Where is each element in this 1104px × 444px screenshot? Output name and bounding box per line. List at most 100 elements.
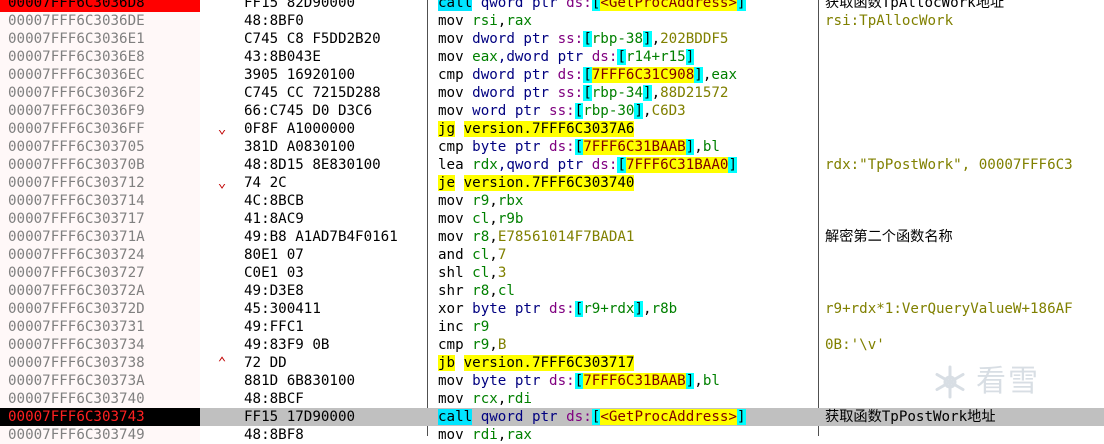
- bytes-cell[interactable]: 48:8D15 8E830100: [244, 156, 428, 174]
- comment-cell[interactable]: [825, 318, 1104, 336]
- disasm-row[interactable]: 00007FFF6C303743 FF15 17D90000 call qword …: [0, 408, 1104, 426]
- instruction-cell[interactable]: shl cl,3: [438, 264, 816, 282]
- address-cell[interactable]: 00007FFF6C3036F2: [0, 84, 200, 102]
- address-cell[interactable]: 00007FFF6C30370B: [0, 156, 200, 174]
- address-cell[interactable]: 00007FFF6C30372D: [0, 300, 200, 318]
- disasm-row[interactable]: 00007FFF6C30370B 48:8D15 8E830100 lea rdx,…: [0, 156, 1104, 174]
- bytes-cell[interactable]: 49:83F9 0B: [244, 336, 428, 354]
- disasm-row[interactable]: 00007FFF6C3036E1 C745 C8 F5DD2B20 mov dwor…: [0, 30, 1104, 48]
- instruction-cell[interactable]: cmp r9,B: [438, 336, 816, 354]
- disasm-row[interactable]: 00007FFF6C3036F9 66:C745 D0 D3C6 mov word …: [0, 102, 1104, 120]
- comment-cell[interactable]: [825, 66, 1104, 84]
- address-cell[interactable]: 00007FFF6C303740: [0, 390, 200, 408]
- disasm-row[interactable]: 00007FFF6C3036DE 48:8BF0 mov rsi,rax rsi:Tp…: [0, 12, 1104, 30]
- bytes-cell[interactable]: C0E1 03: [244, 264, 428, 282]
- instruction-cell[interactable]: mov r8,E78561014F7BADA1: [438, 228, 816, 246]
- disasm-row[interactable]: 00007FFF6C30371A 49:B8 A1AD7B4F0161 mov r8…: [0, 228, 1104, 246]
- address-cell[interactable]: 00007FFF6C30372A: [0, 282, 200, 300]
- disasm-row[interactable]: 00007FFF6C303705 381D A0830100 cmp byte pt…: [0, 138, 1104, 156]
- address-cell[interactable]: 00007FFF6C3036FF: [0, 120, 200, 138]
- address-cell[interactable]: 00007FFF6C303727: [0, 264, 200, 282]
- instruction-cell[interactable]: xor byte ptr ds:[r9+rdx],r8b: [438, 300, 816, 318]
- address-cell[interactable]: 00007FFF6C303712: [0, 174, 200, 192]
- instruction-cell[interactable]: mov rsi,rax: [438, 12, 816, 30]
- bytes-cell[interactable]: 74 2C: [244, 174, 428, 192]
- comment-cell[interactable]: 0B:'\v': [825, 336, 1104, 354]
- comment-cell[interactable]: [825, 174, 1104, 192]
- bytes-cell[interactable]: 49:FFC1: [244, 318, 428, 336]
- disasm-row[interactable]: 00007FFF6C3036D8 FF15 82D90000 call qword …: [0, 0, 1104, 12]
- instruction-cell[interactable]: mov byte ptr ds:[7FFF6C31BAAB],bl: [438, 372, 816, 390]
- address-cell[interactable]: 00007FFF6C30371A: [0, 228, 200, 246]
- disasm-row[interactable]: 00007FFF6C303749 48:8BF8 mov rdi,rax: [0, 426, 1104, 444]
- instruction-cell[interactable]: mov eax,dword ptr ds:[r14+r15]: [438, 48, 816, 66]
- bytes-cell[interactable]: C745 C8 F5DD2B20: [244, 30, 428, 48]
- comment-cell[interactable]: [825, 246, 1104, 264]
- bytes-cell[interactable]: 49:B8 A1AD7B4F0161: [244, 228, 428, 246]
- disasm-row[interactable]: 00007FFF6C303731 49:FFC1 inc r9: [0, 318, 1104, 336]
- comment-cell[interactable]: 获取函数TpAllocWork地址: [825, 0, 1104, 12]
- comment-cell[interactable]: [825, 264, 1104, 282]
- address-cell[interactable]: 00007FFF6C303734: [0, 336, 200, 354]
- comment-cell[interactable]: [825, 210, 1104, 228]
- bytes-cell[interactable]: 49:D3E8: [244, 282, 428, 300]
- comment-cell[interactable]: [825, 84, 1104, 102]
- bytes-cell[interactable]: 45:300411: [244, 300, 428, 318]
- comment-cell[interactable]: rsi:TpAllocWork: [825, 12, 1104, 30]
- bytes-cell[interactable]: 48:8BF0: [244, 12, 428, 30]
- comment-cell[interactable]: [825, 282, 1104, 300]
- comment-cell[interactable]: rdx:"TpPostWork", 00007FFF6C3: [825, 156, 1104, 174]
- address-cell[interactable]: 00007FFF6C303717: [0, 210, 200, 228]
- bytes-cell[interactable]: 66:C745 D0 D3C6: [244, 102, 428, 120]
- instruction-cell[interactable]: cmp byte ptr ds:[7FFF6C31BAAB],bl: [438, 138, 816, 156]
- address-cell[interactable]: 00007FFF6C3036D8: [0, 0, 200, 12]
- bytes-cell[interactable]: FF15 17D90000: [244, 408, 428, 426]
- comment-cell[interactable]: [825, 138, 1104, 156]
- instruction-cell[interactable]: inc r9: [438, 318, 816, 336]
- comment-cell[interactable]: 获取函数TpPostWork地址: [825, 408, 1104, 426]
- bytes-cell[interactable]: 381D A0830100: [244, 138, 428, 156]
- comment-cell[interactable]: 解密第二个函数名称: [825, 228, 1104, 246]
- instruction-cell[interactable]: mov rcx,rdi: [438, 390, 816, 408]
- instruction-cell[interactable]: mov word ptr ss:[rbp-30],C6D3: [438, 102, 816, 120]
- disasm-row[interactable]: 00007FFF6C303734 49:83F9 0B cmp r9,B 0B:'\v…: [0, 336, 1104, 354]
- address-cell[interactable]: 00007FFF6C303738: [0, 354, 200, 372]
- disasm-row[interactable]: 00007FFF6C30372A 49:D3E8 shr r8,cl: [0, 282, 1104, 300]
- bytes-cell[interactable]: 4C:8BCB: [244, 192, 428, 210]
- disasm-row[interactable]: 00007FFF6C3036F2 C745 CC 7215D288 mov dwor…: [0, 84, 1104, 102]
- bytes-cell[interactable]: 41:8AC9: [244, 210, 428, 228]
- bytes-cell[interactable]: 43:8B043E: [244, 48, 428, 66]
- disasm-row[interactable]: 00007FFF6C3036FF ⌄ 0F8F A1000000 jg version…: [0, 120, 1104, 138]
- disasm-row[interactable]: 00007FFF6C30372D 45:300411 xor byte ptr ds…: [0, 300, 1104, 318]
- address-cell[interactable]: 00007FFF6C3036DE: [0, 12, 200, 30]
- disasm-row[interactable]: 00007FFF6C303727 C0E1 03 shl cl,3: [0, 264, 1104, 282]
- address-cell[interactable]: 00007FFF6C3036E8: [0, 48, 200, 66]
- comment-cell[interactable]: [825, 30, 1104, 48]
- address-cell[interactable]: 00007FFF6C3036EC: [0, 66, 200, 84]
- address-cell[interactable]: 00007FFF6C303749: [0, 426, 200, 444]
- instruction-cell[interactable]: shr r8,cl: [438, 282, 816, 300]
- bytes-cell[interactable]: 881D 6B830100: [244, 372, 428, 390]
- instruction-cell[interactable]: mov r9,rbx: [438, 192, 816, 210]
- address-cell[interactable]: 00007FFF6C303743: [0, 408, 200, 426]
- instruction-cell[interactable]: call qword ptr ds:[<GetProcAddress>]: [438, 408, 816, 426]
- disasm-row[interactable]: 00007FFF6C3036EC 3905 16920100 cmp dword p…: [0, 66, 1104, 84]
- bytes-cell[interactable]: 3905 16920100: [244, 66, 428, 84]
- bytes-cell[interactable]: C745 CC 7215D288: [244, 84, 428, 102]
- address-cell[interactable]: 00007FFF6C30373A: [0, 372, 200, 390]
- instruction-cell[interactable]: mov cl,r9b: [438, 210, 816, 228]
- instruction-cell[interactable]: call qword ptr ds:[<GetProcAddress>]: [438, 0, 816, 12]
- instruction-cell[interactable]: jg version.7FFF6C3037A6: [438, 120, 816, 138]
- bytes-cell[interactable]: 48:8BF8: [244, 426, 428, 444]
- bytes-cell[interactable]: 72 DD: [244, 354, 428, 372]
- instruction-cell[interactable]: cmp dword ptr ds:[7FFF6C31C908],eax: [438, 66, 816, 84]
- comment-cell[interactable]: r9+rdx*1:VerQueryValueW+186AF: [825, 300, 1104, 318]
- address-cell[interactable]: 00007FFF6C303714: [0, 192, 200, 210]
- comment-cell[interactable]: [825, 426, 1104, 444]
- disasm-row[interactable]: 00007FFF6C3036E8 43:8B043E mov eax,dword p…: [0, 48, 1104, 66]
- comment-cell[interactable]: [825, 120, 1104, 138]
- instruction-cell[interactable]: mov dword ptr ss:[rbp-34],88D21572: [438, 84, 816, 102]
- address-cell[interactable]: 00007FFF6C3036F9: [0, 102, 200, 120]
- comment-cell[interactable]: [825, 102, 1104, 120]
- comment-cell[interactable]: [825, 48, 1104, 66]
